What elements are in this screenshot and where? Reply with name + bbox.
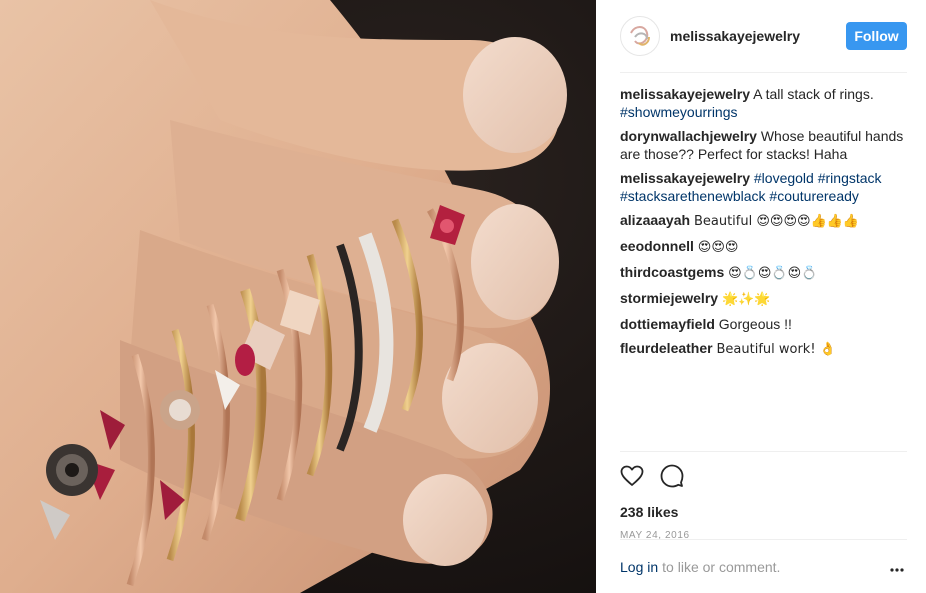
comment-footer: Log in to like or comment. [620, 539, 907, 593]
comment-text: A tall stack of rings. [753, 86, 874, 102]
comment-item: thirdcoastgems 😍💍😍💍😍💍 [620, 263, 907, 283]
comment-username[interactable]: stormiejewelry [620, 290, 718, 306]
comment-item: dorynwallachjewelry Whose beautiful hand… [620, 127, 907, 163]
comment-text: Gorgeous !! [718, 316, 792, 332]
comment-username[interactable]: melissakayejewelry [620, 170, 750, 186]
comment-item: fleurdeleather Beautiful work! 👌 [620, 339, 907, 359]
comment-text: 😍😍😍 [697, 240, 739, 255]
comment-item: melissakayejewelry #lovegold #ringstack … [620, 169, 907, 205]
comment-username[interactable]: eeodonnell [620, 238, 694, 254]
comment-username[interactable]: fleurdeleather [620, 340, 713, 356]
post-username[interactable]: melissakayejewelry [670, 28, 846, 44]
more-options-icon [890, 568, 904, 572]
comment-hashtags[interactable]: #showmeyourrings [620, 104, 738, 120]
comment-bubble-icon [660, 464, 684, 488]
avatar[interactable] [620, 16, 660, 56]
comment-username[interactable]: dottiemayfield [620, 316, 715, 332]
hand-with-rings-image [0, 0, 596, 593]
comment-item: alizaaayah Beautiful 😍😍😍😍👍👍👍 [620, 211, 907, 231]
comment-button[interactable] [660, 464, 684, 488]
more-options-button[interactable] [887, 560, 907, 580]
comment-item: eeodonnell 😍😍😍 [620, 237, 907, 257]
comments-list: melissakayejewelry A tall stack of rings… [620, 73, 907, 451]
post-details-panel: melissakayejewelry Follow melissakayejew… [596, 0, 926, 593]
comment-text: Beautiful work! 👌 [716, 342, 836, 357]
post-photo[interactable] [0, 0, 596, 593]
comment-username[interactable]: alizaaayah [620, 212, 690, 228]
post-actions: 238 likes MAY 24, 2016 [620, 451, 907, 541]
comment-text: 🌟✨🌟 [721, 292, 771, 307]
comment-item: stormiejewelry 🌟✨🌟 [620, 289, 907, 309]
post-container: melissakayejewelry Follow melissakayejew… [0, 0, 926, 593]
login-link[interactable]: Log in [620, 559, 658, 575]
post-header: melissakayejewelry Follow [620, 0, 907, 73]
comment-item: dottiemayfield Gorgeous !! [620, 315, 907, 333]
comment-username[interactable]: dorynwallachjewelry [620, 128, 757, 144]
login-prompt-text: to like or comment. [662, 558, 781, 575]
comment-text: 😍💍😍💍😍💍 [728, 266, 818, 281]
comment-username[interactable]: melissakayejewelry [620, 86, 750, 102]
action-icons [620, 464, 907, 488]
like-button[interactable] [620, 464, 644, 488]
heart-icon [620, 465, 644, 486]
brand-logo-icon [630, 26, 650, 46]
follow-button[interactable]: Follow [846, 22, 907, 50]
comment-text: Beautiful 😍😍😍😍👍👍👍 [693, 214, 860, 229]
like-count[interactable]: 238 likes [620, 504, 907, 520]
comment-item: melissakayejewelry A tall stack of rings… [620, 85, 907, 121]
comment-username[interactable]: thirdcoastgems [620, 264, 724, 280]
